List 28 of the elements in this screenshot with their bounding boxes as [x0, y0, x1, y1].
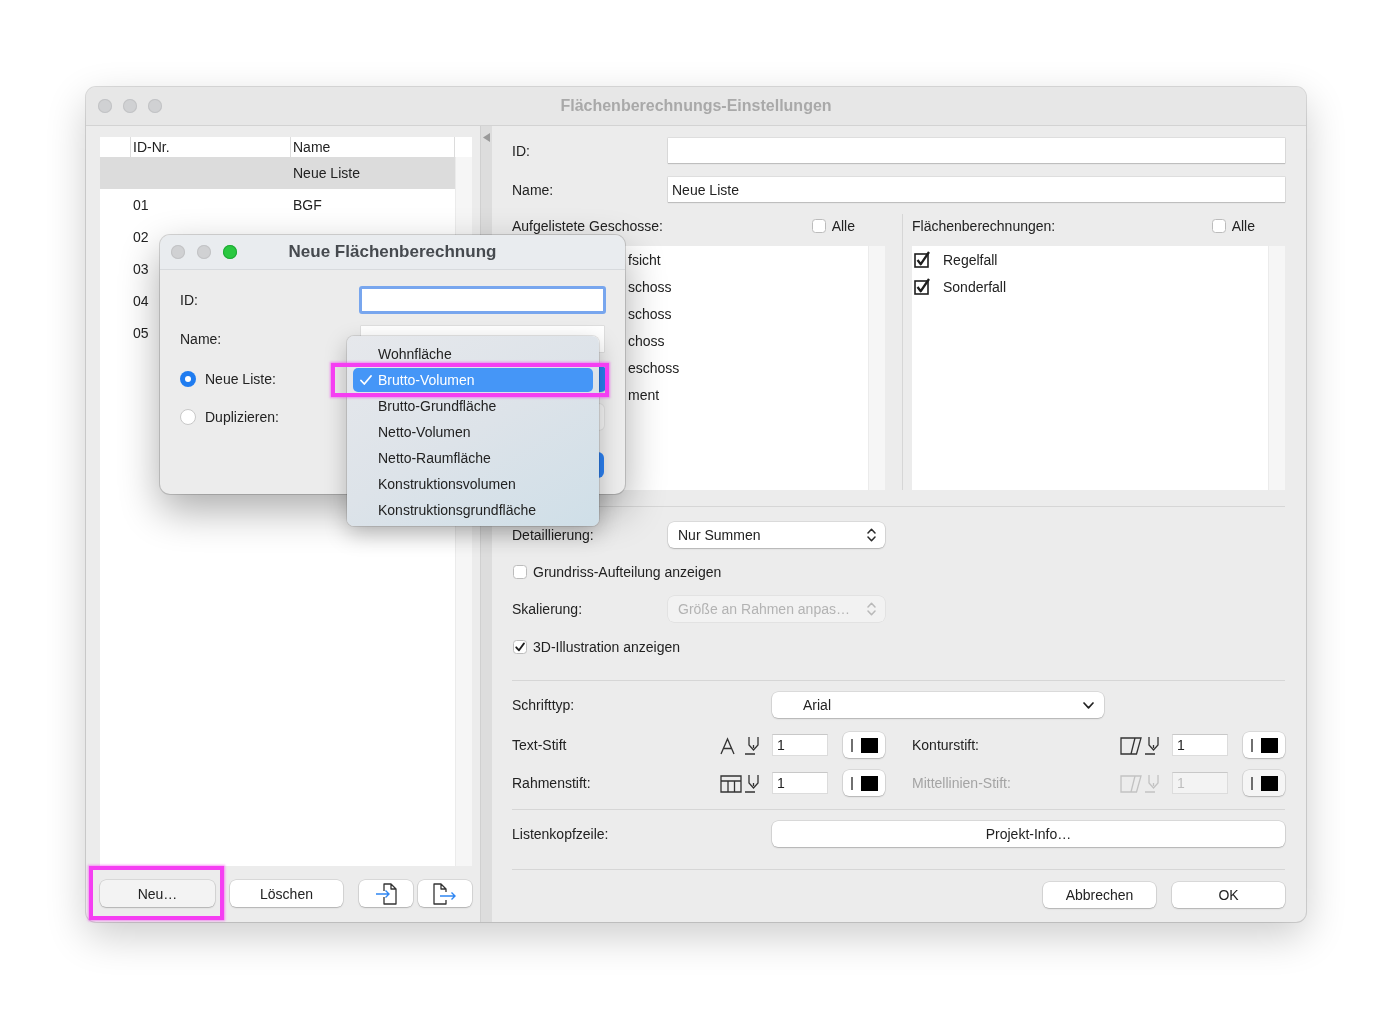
field-label: Name: [180, 331, 222, 347]
checkbox-label: Regelfall [943, 251, 998, 268]
table-cell: Neue Liste [293, 165, 360, 181]
table-cell: BGF [293, 197, 322, 213]
radio-label: Neue Liste: [205, 371, 276, 387]
window-title: Flächenberechnungs-Einstellungen [560, 97, 832, 115]
field-label: ID: [512, 142, 530, 159]
field-label: Detaillierung: [512, 527, 594, 543]
checkbox-label: Alle [1231, 218, 1255, 234]
checkbox-label: 3D-Illustration anzeigen [533, 639, 681, 655]
checkbox-label: Alle [831, 218, 855, 234]
checkbox-label: Sonderfall [943, 278, 1007, 295]
table-cell: 03 [133, 261, 149, 277]
field-label: Schrifttyp: [512, 697, 575, 713]
field-label: Skalierung: [512, 601, 583, 617]
field-label: Konturstift: [912, 737, 979, 753]
field-label: Name: [512, 181, 554, 198]
field-label: ID: [180, 292, 198, 308]
field-label: Text-Stift [512, 737, 567, 753]
field-label: Listenkopfzeile: [512, 826, 609, 842]
section-label: Aufgelistete Geschosse: [512, 218, 663, 234]
dialog-title: Neue Flächenberechnung [288, 242, 497, 262]
section-label: Flächenberechnungen: [912, 218, 1056, 234]
field-label: Rahmenstift: [512, 775, 591, 791]
table-cell: 01 [133, 197, 149, 213]
radio-label: Duplizieren: [205, 409, 279, 425]
field-label: Mittellinien-Stift: [912, 775, 1011, 791]
checkbox-label: Grundriss-Aufteilung anzeigen [533, 564, 722, 580]
